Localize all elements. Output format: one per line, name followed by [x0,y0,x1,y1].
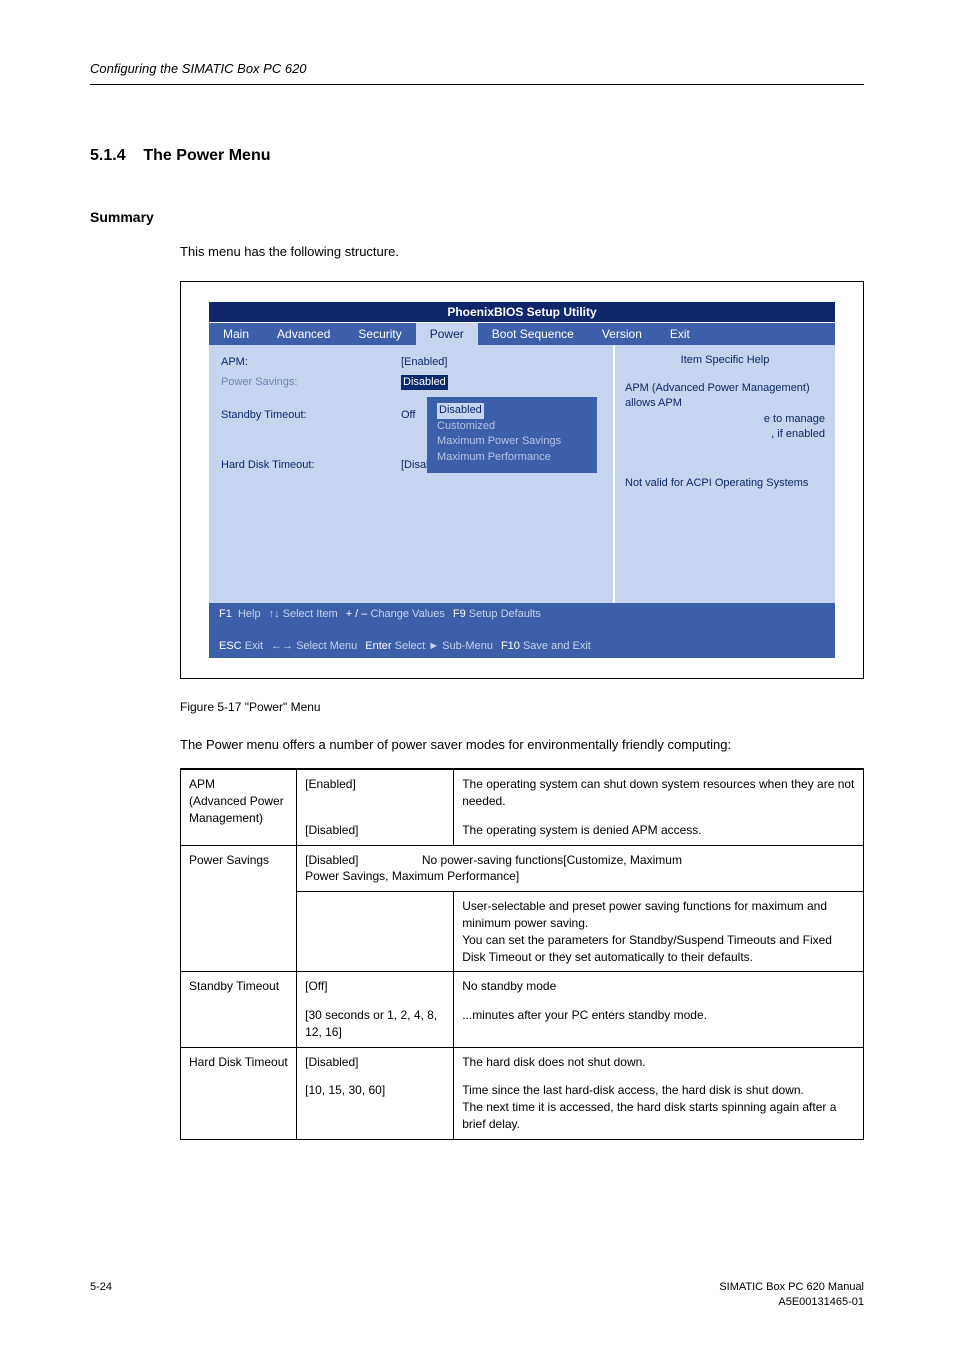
bios-left-pane: APM: [Enabled] Power Savings: Disabled S… [209,345,613,603]
field-apm-label: APM: [221,355,401,370]
bios-screenshot: PhoenixBIOS Setup Utility Main Advanced … [180,281,864,679]
popup-option-max-savings[interactable]: Maximum Power Savings [437,434,587,449]
field-apm[interactable]: APM: [Enabled] [221,355,601,370]
field-power-savings-label: Power Savings: [221,375,401,390]
cell-power-savings-text-a: No power-saving functions[Customize, Max… [422,853,682,867]
running-header: Configuring the SIMATIC Box PC 620 [90,60,864,78]
cell-power-savings-disabled: [Disabled] [305,853,358,867]
section-heading: 5.1.4 The Power Menu [90,145,864,167]
key-select-menu: Select Menu [296,640,357,652]
cell-apm-enabled: [Enabled] [297,769,454,816]
key-change-values: Change Values [370,608,444,620]
cell-standby-times: [30 seconds or 1, 2, 4, 8, 12, 16] [297,1001,454,1047]
field-power-savings[interactable]: Power Savings: Disabled [221,375,601,390]
bios-footer: F1 Help ↑↓ Select Item + / – Change Valu… [209,603,835,658]
popup-option-max-performance[interactable]: Maximum Performance [437,450,587,465]
summary-heading: Summary [90,208,864,228]
cell-harddisk-times-desc: Time since the last hard-disk access, th… [454,1076,864,1139]
tab-security[interactable]: Security [344,323,415,345]
tab-main[interactable]: Main [209,323,263,345]
cell-power-savings-span: Power Savings, Maximum Performance] [305,869,519,883]
key-f9: F9 [453,608,466,620]
cell-standby-off: [Off] [297,972,454,1001]
cell-apm-name: APM (Advanced Power Management) [181,769,297,845]
cell-apm-name-b: (Advanced Power Management) [189,794,284,825]
key-select-sub: Select ► Sub-Menu [395,640,493,652]
cell-power-savings-desc-b: User-selectable and preset power saving … [454,892,864,972]
key-setup-defaults: Setup Defaults [469,608,541,620]
paragraph-after-figure: The Power menu offers a number of power … [180,736,864,754]
field-apm-value: [Enabled] [401,355,447,370]
manual-line1: SIMATIC Box PC 620 Manual [719,1280,864,1295]
bios-title: PhoenixBIOS Setup Utility [209,302,835,322]
key-help: Help [238,608,261,620]
table-row: Standby Timeout [Off] No standby mode [181,972,864,1001]
help-line2a: e to manage [625,412,825,427]
dropdown-popup[interactable]: Disabled Customized Maximum Power Saving… [427,397,597,473]
cell-standby-off-desc: No standby mode [454,972,864,1001]
figure-caption: Figure 5-17 "Power" Menu [180,699,864,716]
key-plusminus: + / – [346,608,368,620]
field-power-savings-value: Disabled [401,375,448,390]
cell-harddisk-disabled: [Disabled] [297,1047,454,1076]
cell-harddisk-disabled-desc: The hard disk does not shut down. [454,1047,864,1076]
popup-option-disabled[interactable]: Disabled [437,403,484,418]
field-hard-disk-timeout-label: Hard Disk Timeout: [221,458,401,473]
help-line3: Not valid for ACPI Operating Systems [625,476,825,491]
section-number: 5.1.4 [90,147,126,164]
help-title: Item Specific Help [625,353,825,368]
field-standby-timeout-label: Standby Timeout: [221,408,401,423]
page-number: 5-24 [90,1280,112,1311]
cell-apm-disabled-desc: The operating system is denied APM acces… [454,816,864,845]
table-row: Power Savings [Disabled] No power-saving… [181,845,864,892]
cell-standby-times-desc: ...minutes after your PC enters standby … [454,1001,864,1047]
key-save-exit: Save and Exit [523,640,591,652]
key-f1: F1 [219,608,232,620]
key-select-item: Select Item [283,608,338,620]
key-enter: Enter [365,640,391,652]
key-f10: F10 [501,640,520,652]
manual-line2: A5E00131465-01 [719,1295,864,1310]
key-esc: ESC [219,640,242,652]
help-line2b: , if enabled [625,427,825,442]
spec-table: APM (Advanced Power Management) [Enabled… [180,768,864,1140]
tab-advanced[interactable]: Advanced [263,323,344,345]
bios-body: APM: [Enabled] Power Savings: Disabled S… [209,345,835,603]
help-line1: APM (Advanced Power Management) allows A… [625,381,825,412]
popup-option-customized[interactable]: Customized [437,419,587,434]
section-title-text: The Power Menu [143,147,270,164]
header-rule [90,84,864,85]
bios-help-pane: Item Specific Help APM (Advanced Power M… [615,345,835,603]
cell-power-savings-name: Power Savings [181,845,297,972]
field-standby-timeout-value: Off [401,408,415,423]
cell-apm-name-a: APM [189,777,215,791]
cell-standby-name: Standby Timeout [181,972,297,1047]
tab-version[interactable]: Version [588,323,656,345]
tab-exit[interactable]: Exit [656,323,704,345]
bios-tab-bar: Main Advanced Security Power Boot Sequen… [209,323,835,345]
cell-apm-enabled-desc: The operating system can shut down syste… [454,769,864,816]
tab-power[interactable]: Power [416,323,478,345]
intro-text: This menu has the following structure. [180,243,864,261]
table-row: APM (Advanced Power Management) [Enabled… [181,769,864,816]
cell-apm-disabled: [Disabled] [297,816,454,845]
table-row: Hard Disk Timeout [Disabled] The hard di… [181,1047,864,1076]
page-footer: 5-24 SIMATIC Box PC 620 Manual A5E001314… [90,1280,864,1311]
cell-power-savings-top: [Disabled] No power-saving functions[Cus… [297,845,864,892]
tab-boot-sequence[interactable]: Boot Sequence [478,323,588,345]
cell-harddisk-times: [10, 15, 30, 60] [297,1076,454,1139]
cell-harddisk-name: Hard Disk Timeout [181,1047,297,1139]
key-exit: Exit [245,640,263,652]
